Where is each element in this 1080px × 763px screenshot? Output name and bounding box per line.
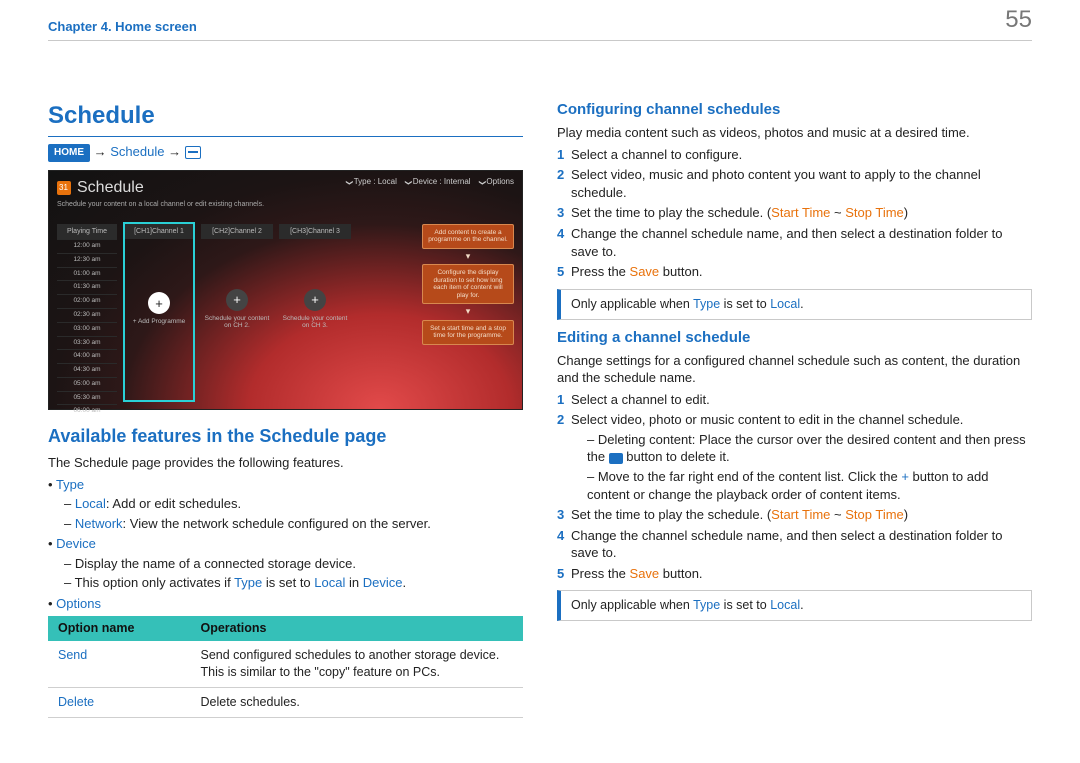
ch3-header: [CH3]Channel 3 (279, 224, 351, 239)
shot-subtitle: Schedule your content on a local channel… (57, 200, 514, 209)
playing-time-header: Playing Time (57, 224, 117, 239)
time-cell: 12:00 am (57, 239, 117, 253)
shot-title: Schedule (77, 177, 144, 199)
step: Change the channel schedule name, and th… (557, 225, 1032, 260)
time-cell: 03:30 am (57, 336, 117, 350)
time-cell: 01:00 am (57, 267, 117, 281)
device-line-2: This option only activates if Type is se… (64, 574, 523, 592)
configuring-intro: Play media content such as videos, photo… (557, 124, 1032, 142)
ch2-text: Schedule your content on CH 2. (201, 315, 273, 330)
time-cell: 06:00 am (57, 404, 117, 418)
plus-icon: + (226, 289, 248, 311)
breadcrumb-schedule: Schedule (110, 144, 164, 159)
note-box: Only applicable when Type is set to Loca… (557, 289, 1032, 320)
section-configuring: Configuring channel schedules (557, 100, 1032, 120)
options-table: Option name Operations Send Send configu… (48, 616, 523, 718)
table-header-row: Option name Operations (48, 616, 523, 641)
editing-intro: Change settings for a configured channel… (557, 352, 1032, 387)
enter-icon (185, 146, 201, 159)
page-title: Schedule (48, 100, 523, 137)
hint-box: Configure the display duration to set ho… (422, 264, 514, 304)
configuring-steps: Select a channel to configure. Select vi… (557, 146, 1032, 281)
delete-desc: Delete schedules. (191, 688, 524, 718)
section-available-features: Available features in the Schedule page (48, 424, 523, 448)
hint-box: Set a start time and a stop time for the… (422, 320, 514, 345)
options-label: Options (56, 596, 101, 611)
note-box: Only applicable when Type is set to Loca… (557, 590, 1032, 621)
delete-label: Delete (58, 695, 94, 709)
breadcrumb: HOME → Schedule → (48, 143, 523, 161)
th-option-name: Option name (48, 616, 191, 641)
type-local-line: Local: Add or edit schedules. (64, 495, 523, 513)
type-network-line: Network: View the network schedule confi… (64, 515, 523, 533)
send-label: Send (58, 648, 87, 662)
intro-text: The Schedule page provides the following… (48, 454, 523, 472)
left-column: Schedule HOME → Schedule → Schedule Sche… (48, 100, 523, 733)
time-cell: 02:30 am (57, 308, 117, 322)
home-pill: HOME (48, 144, 90, 162)
time-cell: 05:30 am (57, 391, 117, 405)
editing-steps: Select a channel to edit. Select video, … (557, 391, 1032, 582)
page-number: 55 (1005, 4, 1032, 36)
shot-menu: Type : Local Device : Internal Options (346, 177, 514, 188)
time-cell: 12:30 am (57, 253, 117, 267)
ch1-text: + Add Programme (133, 318, 186, 325)
plus-icon: + (148, 292, 170, 314)
channel-2: [CH2]Channel 2 + Schedule your content o… (201, 224, 273, 418)
time-cell: 04:30 am (57, 363, 117, 377)
channel-1: [CH1]Channel 1 + + Add Programme (123, 222, 195, 402)
time-cell: 05:00 am (57, 377, 117, 391)
send-desc: Send configured schedules to another sto… (191, 641, 524, 687)
shot-menu-device: Device : Internal (405, 177, 471, 188)
table-row: Delete Delete schedules. (48, 688, 523, 718)
feature-type: Type Local: Add or edit schedules. Netwo… (48, 476, 523, 533)
type-label: Type (56, 477, 84, 492)
device-label: Device (56, 536, 96, 551)
chevron-down-icon: ▾ (422, 310, 514, 314)
table-row: Send Send configured schedules to anothe… (48, 641, 523, 687)
feature-options: Options (48, 595, 523, 613)
shot-menu-options: Options (479, 177, 514, 188)
time-cell: 03:00 am (57, 322, 117, 336)
time-cell: 02:00 am (57, 294, 117, 308)
header-bar: Chapter 4. Home screen (48, 18, 1032, 41)
manual-page: Chapter 4. Home screen 55 Schedule HOME … (0, 0, 1080, 763)
right-column: Configuring channel schedules Play media… (557, 100, 1032, 733)
step: Press the Save button. (557, 565, 1032, 583)
time-column: Playing Time 12:00 am 12:30 am 01:00 am … (57, 224, 117, 418)
ch3-text: Schedule your content on CH 3. (279, 315, 351, 330)
time-cell: 04:00 am (57, 349, 117, 363)
step: Select video, photo or music content to … (557, 411, 1032, 503)
calendar-icon (57, 181, 71, 195)
th-operations: Operations (191, 616, 524, 641)
chapter-label: Chapter 4. Home screen (48, 19, 197, 34)
hint-column: Add content to create a programme on the… (422, 224, 514, 418)
step: Set the time to play the schedule. (Star… (557, 506, 1032, 524)
schedule-screenshot: Schedule Schedule your content on a loca… (48, 170, 523, 410)
ch1-header: [CH1]Channel 1 (125, 224, 193, 239)
arrow-icon: → (94, 144, 111, 159)
hint-box: Add content to create a programme on the… (422, 224, 514, 249)
device-line-1: Display the name of a connected storage … (64, 555, 523, 573)
shot-menu-type: Type : Local (346, 177, 397, 188)
step: Select video, music and photo content yo… (557, 166, 1032, 201)
substep: Move to the far right end of the content… (587, 468, 1032, 503)
step: Select a channel to edit. (557, 391, 1032, 409)
feature-device: Device Display the name of a connected s… (48, 535, 523, 592)
channel-3: [CH3]Channel 3 + Schedule your content o… (279, 224, 351, 418)
arrow-icon: → (168, 144, 185, 159)
chevron-down-icon: ▾ (422, 255, 514, 259)
step: Select a channel to configure. (557, 146, 1032, 164)
plus-icon: + (304, 289, 326, 311)
ch2-header: [CH2]Channel 2 (201, 224, 273, 239)
substep: Deleting content: Place the cursor over … (587, 431, 1032, 466)
step: Press the Save button. (557, 263, 1032, 281)
delete-key-icon (609, 453, 623, 464)
step: Change the channel schedule name, and th… (557, 527, 1032, 562)
time-cell: 01:30 am (57, 280, 117, 294)
step: Set the time to play the schedule. (Star… (557, 204, 1032, 222)
section-editing: Editing a channel schedule (557, 328, 1032, 348)
